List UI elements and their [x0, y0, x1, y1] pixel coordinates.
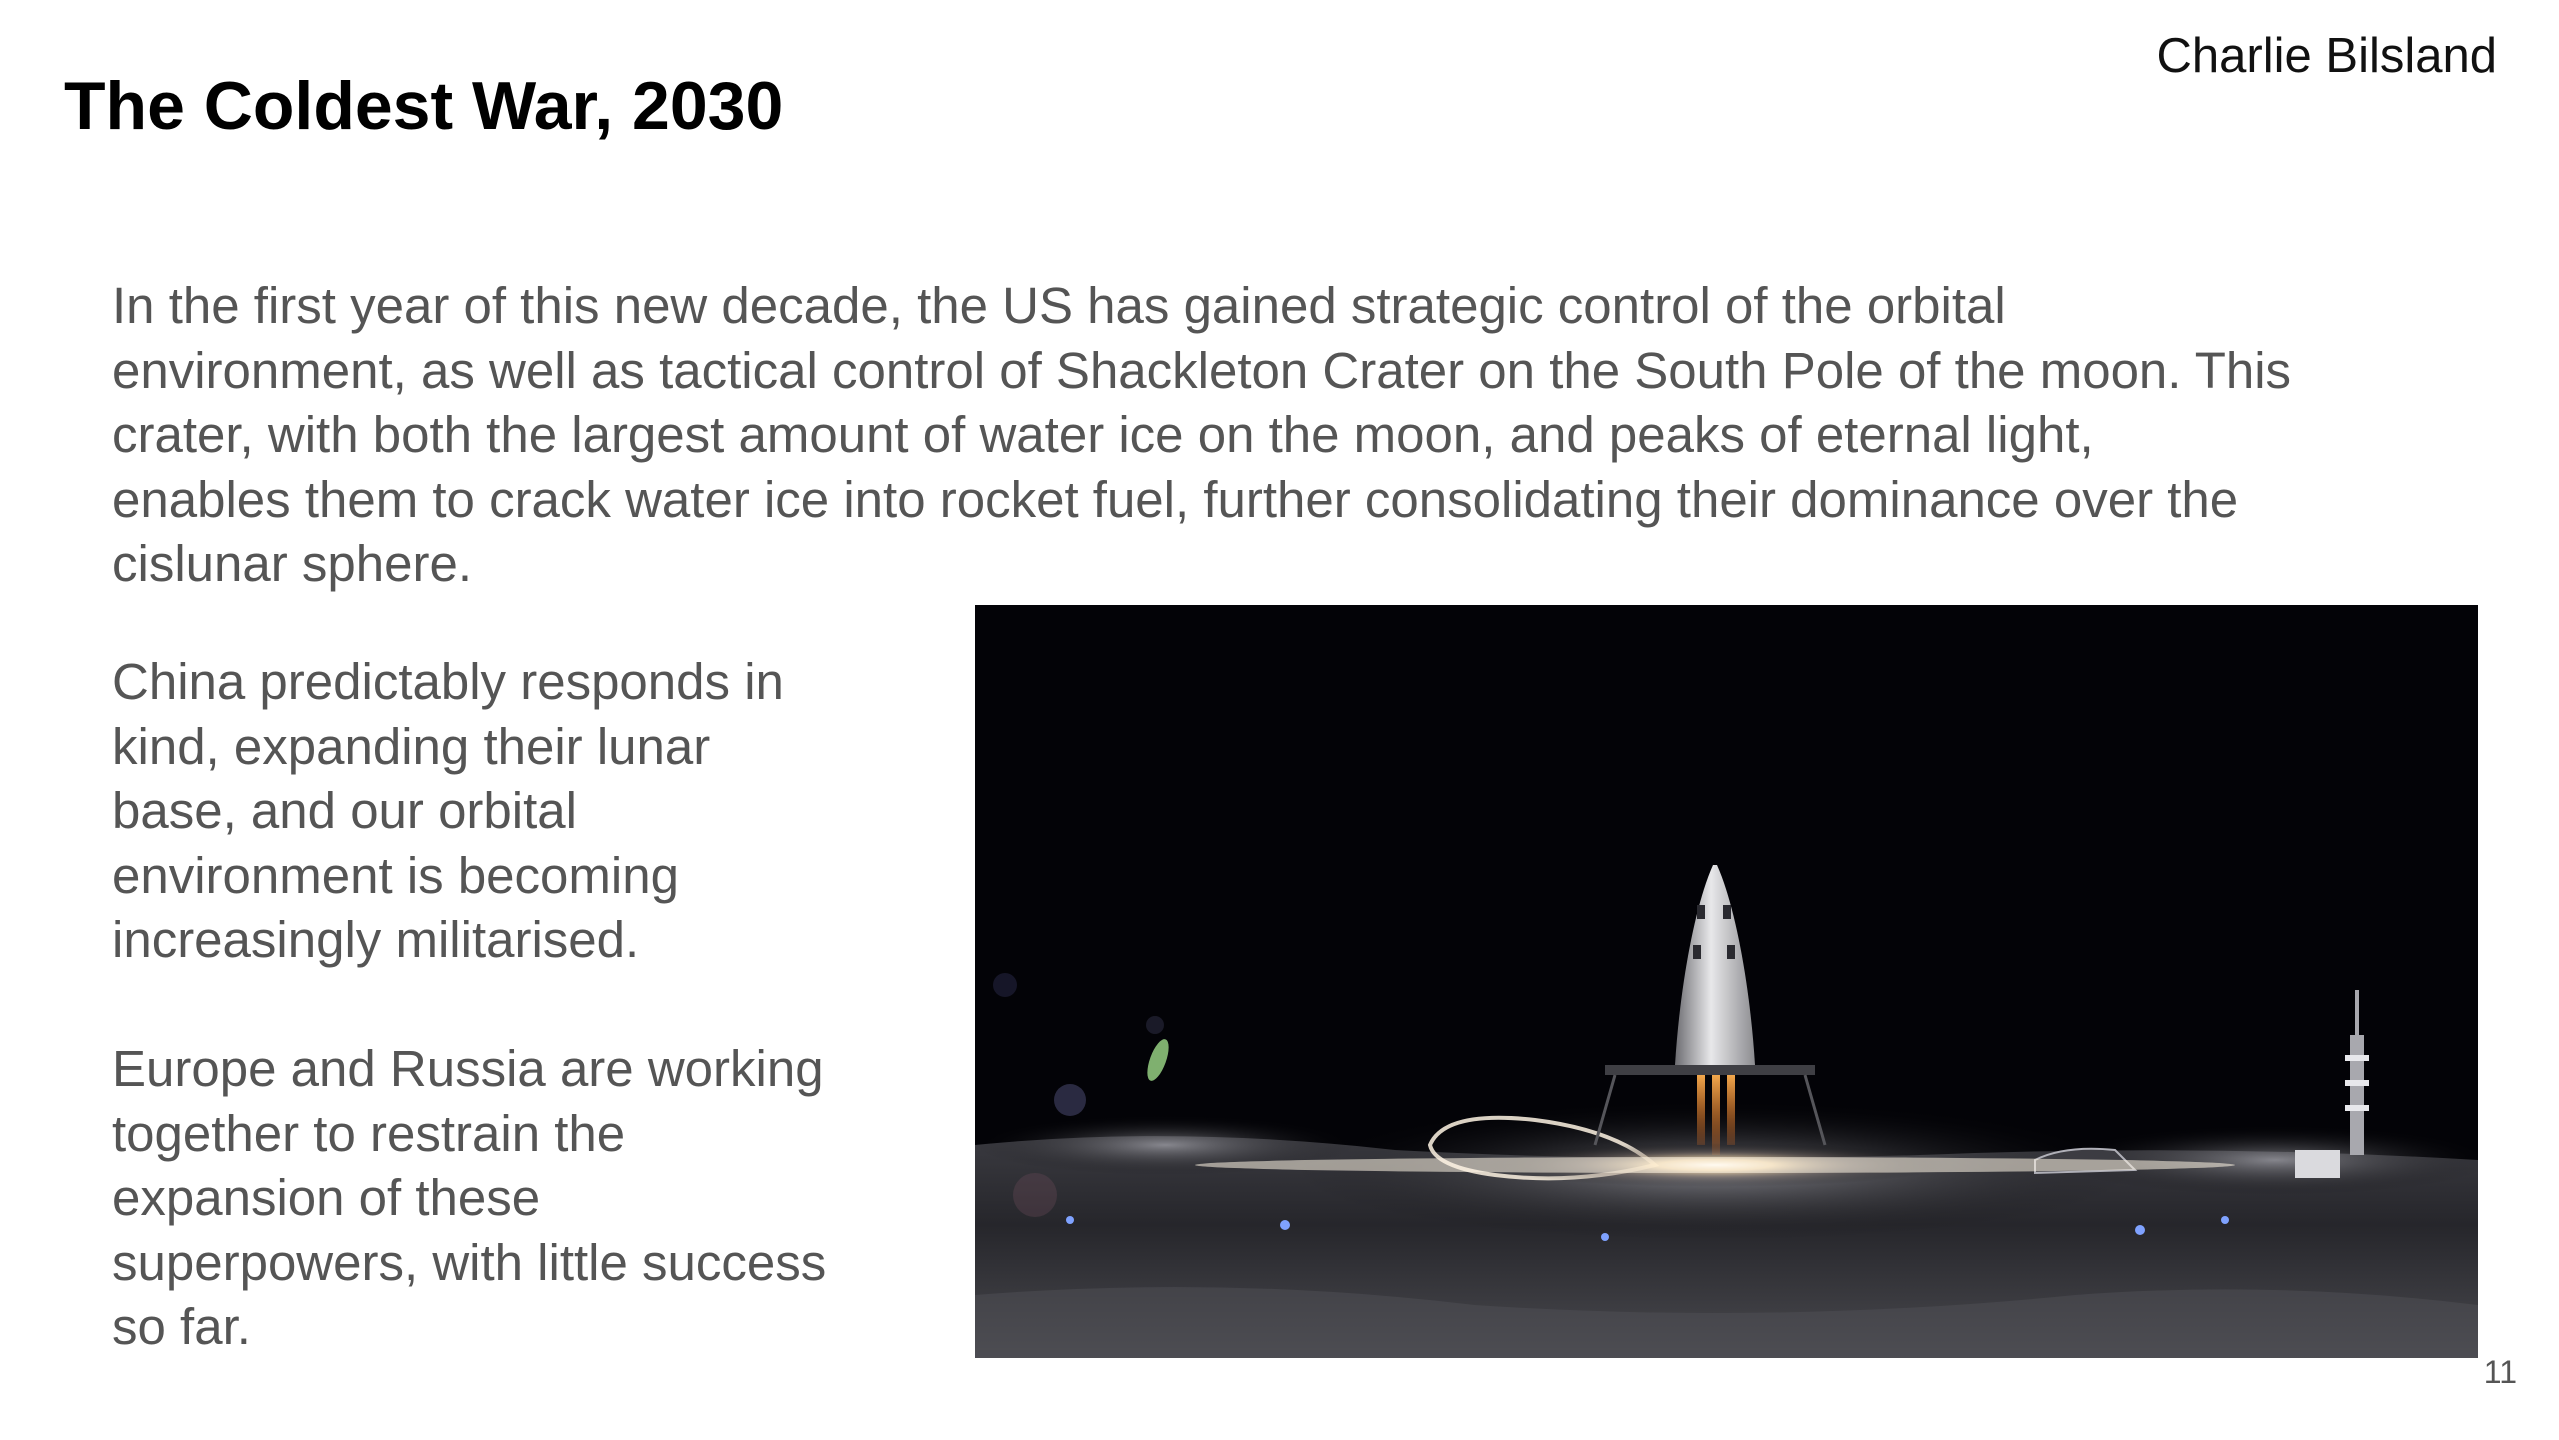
- antenna-tower: [2350, 1035, 2364, 1155]
- surface-light: [1601, 1233, 1609, 1241]
- antenna-dish: [2345, 1105, 2369, 1111]
- antenna-dish: [2345, 1080, 2369, 1086]
- europe-paragraph-line: superpowers, with little success: [112, 1233, 827, 1291]
- intro-line: cislunar sphere.: [112, 535, 473, 592]
- antenna-dish: [2345, 1055, 2369, 1061]
- horizon-flare: [1195, 1157, 2235, 1173]
- landing-platform: [1605, 1065, 1815, 1075]
- china-paragraph-line: base, and our orbital: [112, 782, 577, 839]
- surface-light: [1066, 1216, 1074, 1224]
- bokeh: [1054, 1084, 1086, 1116]
- page-number: 11: [2483, 1354, 2517, 1390]
- rocket-window: [1723, 905, 1731, 919]
- rocket-window: [1693, 945, 1701, 959]
- surface-light: [2221, 1216, 2229, 1224]
- bokeh: [1146, 1016, 1164, 1034]
- rocket-window: [1697, 905, 1705, 919]
- side-text-column: China predictably responds in kind, expa…: [112, 650, 972, 1360]
- surface-light: [1280, 1220, 1290, 1230]
- engine-plume: [1697, 1075, 1705, 1145]
- engine-plume: [1727, 1075, 1735, 1145]
- intro-paragraph: In the first year of this new decade, th…: [112, 274, 2512, 597]
- antenna-mast: [2355, 990, 2359, 1035]
- surface-light: [2135, 1225, 2145, 1235]
- intro-line: In the first year of this new decade, th…: [112, 277, 2006, 334]
- rocket-window: [1727, 945, 1735, 959]
- china-paragraph-line: China predictably responds in: [112, 653, 784, 710]
- right-building: [2295, 1150, 2340, 1178]
- europe-paragraph-line: Europe and Russia are working: [112, 1040, 824, 1097]
- china-paragraph-line: kind, expanding their lunar: [112, 717, 711, 775]
- europe-paragraph-line: expansion of these: [112, 1169, 541, 1226]
- china-paragraph-line: increasingly militarised.: [112, 911, 640, 968]
- lunar-base-photo: [975, 605, 2478, 1358]
- bokeh: [993, 973, 1017, 997]
- intro-line: crater, with both the largest amount of …: [112, 406, 2094, 463]
- lunar-base-illustration: [975, 605, 2478, 1358]
- china-paragraph-line: environment is becoming: [112, 846, 679, 904]
- slide-title: The Coldest War, 2030: [64, 68, 784, 144]
- bokeh: [1013, 1173, 1057, 1217]
- europe-paragraph-line: together to restrain the: [112, 1104, 626, 1162]
- europe-paragraph-line: so far.: [112, 1298, 251, 1355]
- slide: The Coldest War, 2030 Charlie Bilsland I…: [0, 0, 2559, 1440]
- intro-line: enables them to crack water ice into roc…: [112, 470, 2239, 528]
- engine-plume: [1712, 1075, 1720, 1155]
- intro-line: environment, as well as tactical control…: [112, 341, 2292, 399]
- author-name: Charlie Bilsland: [2156, 29, 2497, 83]
